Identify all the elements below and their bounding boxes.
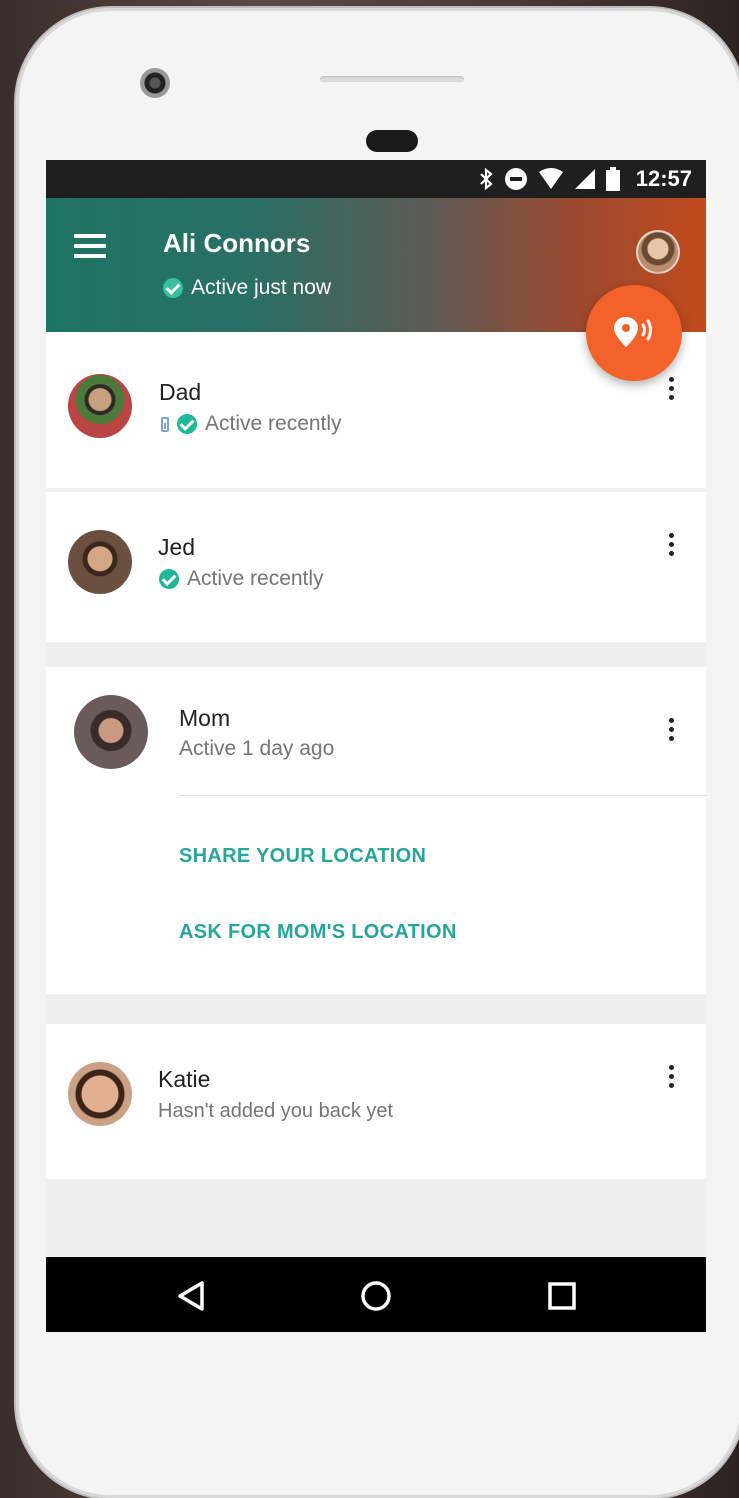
bluetooth-icon	[479, 167, 493, 191]
share-location-button[interactable]: SHARE YOUR LOCATION	[179, 845, 426, 868]
contact-status: Hasn't added you back yet	[158, 1100, 393, 1123]
ask-location-button[interactable]: ASK FOR MOM'S LOCATION	[179, 921, 457, 944]
front-camera	[140, 68, 170, 98]
more-vert-icon[interactable]	[661, 715, 681, 749]
contact-name: Dad	[159, 379, 202, 405]
contact-status-text: Active recently	[205, 412, 342, 435]
menu-icon[interactable]	[74, 234, 106, 258]
profile-avatar[interactable]	[636, 230, 680, 274]
contact-status: Active recently	[159, 567, 324, 591]
contact-card-katie[interactable]: Katie Hasn't added you back yet	[46, 1024, 706, 1179]
do-not-disturb-icon	[504, 168, 527, 190]
navigation-bar	[46, 1257, 706, 1332]
contact-name: Katie	[158, 1066, 211, 1092]
check-circle-icon	[163, 278, 183, 298]
recent-square-icon	[548, 1282, 576, 1310]
contact-status-text: Active recently	[187, 567, 324, 590]
avatar	[74, 695, 148, 769]
more-vert-icon[interactable]	[661, 530, 681, 564]
battery-icon	[605, 167, 620, 191]
proximity-sensor	[366, 130, 418, 152]
contact-card-mom[interactable]: Mom Active 1 day ago SHARE YOUR LOCATION…	[46, 667, 706, 994]
contact-name: Jed	[158, 534, 196, 560]
divider	[179, 795, 706, 796]
signal-icon	[574, 169, 595, 189]
status-bar: 12:57	[46, 160, 706, 198]
share-location-fab[interactable]	[586, 285, 682, 381]
check-circle-icon	[177, 414, 197, 434]
clock: 12:57	[635, 166, 692, 191]
contact-name: Mom	[179, 705, 231, 731]
contact-status-text: Hasn't added you back yet	[158, 1100, 394, 1122]
wifi-icon	[538, 168, 563, 189]
home-circle-icon	[361, 1281, 391, 1311]
contact-status-text: Active 1 day ago	[179, 737, 335, 760]
nav-recent-button[interactable]	[521, 1257, 601, 1332]
user-status: Active just now	[163, 276, 331, 300]
more-vert-icon[interactable]	[661, 1062, 681, 1096]
app-title: Ali Connors	[163, 228, 311, 258]
nav-back-button[interactable]	[150, 1257, 230, 1332]
phone-screen: 12:57 Ali Connors Active just now Dad Ac…	[46, 160, 706, 1332]
avatar	[68, 1062, 132, 1126]
contact-status: Active recently	[161, 412, 342, 436]
check-circle-icon	[159, 569, 179, 589]
contact-card-jed[interactable]: Jed Active recently	[46, 492, 706, 642]
avatar	[68, 374, 132, 438]
battery-low-icon	[161, 416, 169, 432]
contact-status: Active 1 day ago	[179, 737, 334, 761]
user-status-text: Active just now	[191, 276, 332, 299]
location-share-icon	[614, 317, 652, 347]
nav-home-button[interactable]	[336, 1257, 416, 1332]
avatar	[68, 530, 132, 594]
earpiece-speaker	[320, 76, 464, 82]
back-triangle-icon	[178, 1281, 204, 1311]
